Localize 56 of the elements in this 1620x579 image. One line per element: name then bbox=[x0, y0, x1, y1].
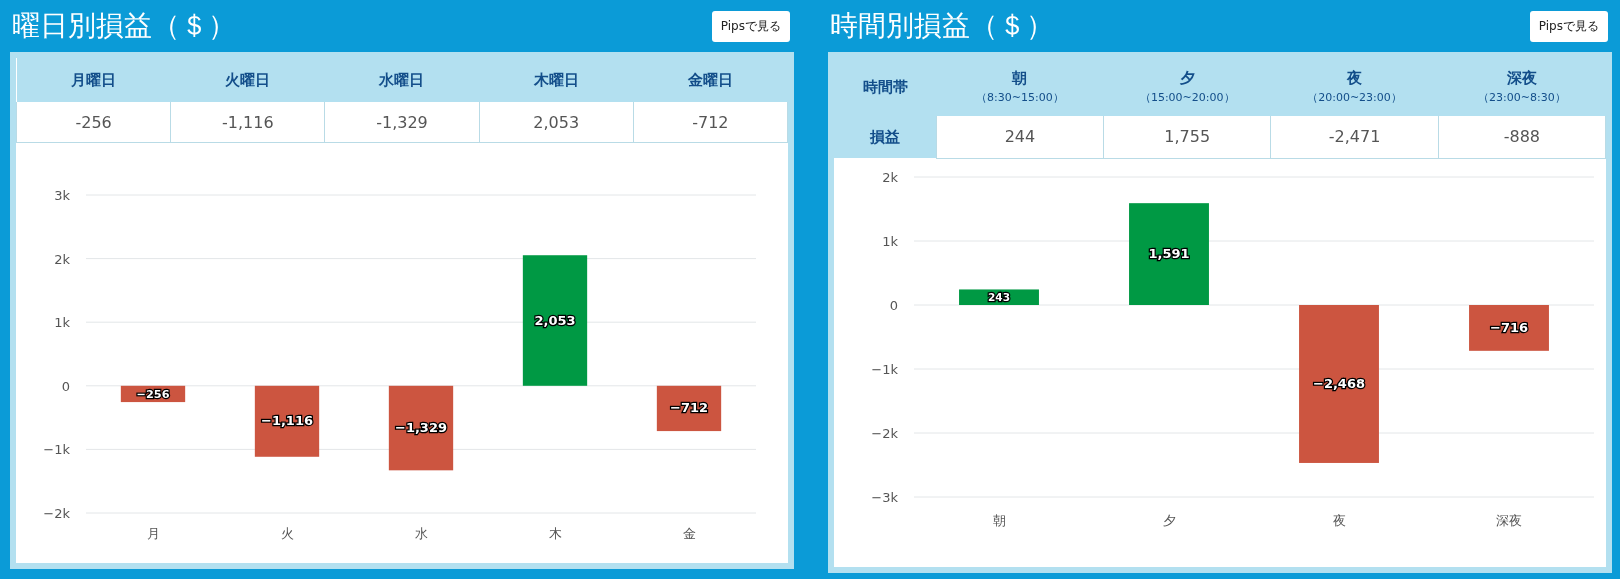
axis-label: 朝 bbox=[992, 512, 1006, 528]
table-header-cell: 夜 （20:00~23:00） bbox=[1270, 58, 1439, 116]
axis-label: 月 bbox=[146, 526, 160, 541]
data-label: −1,329 bbox=[395, 420, 447, 436]
panel-title: 時間別損益（＄） bbox=[829, 8, 1054, 44]
table-header-cell: 夕 （15:00~20:00） bbox=[1103, 58, 1271, 116]
table-cell: -2,471 bbox=[1270, 116, 1439, 158]
table-header-cell: 時間帯 bbox=[834, 58, 937, 116]
axis-label: 金 bbox=[682, 526, 696, 541]
data-label: −712 bbox=[670, 400, 708, 416]
axis-label: 1k bbox=[54, 315, 70, 331]
table-header-cell: 深夜 （23:00~8:30） bbox=[1438, 58, 1606, 116]
axis-label: −2k bbox=[43, 506, 70, 521]
axis-label: 深夜 bbox=[1496, 512, 1522, 528]
pips-button[interactable]: Pipsで見る bbox=[711, 10, 790, 42]
data-label: 2,053 bbox=[534, 312, 576, 328]
table-header-cell: 朝 （8:30~15:00） bbox=[936, 58, 1104, 116]
axis-label: 木 bbox=[548, 526, 562, 541]
data-label: −256 bbox=[136, 387, 170, 401]
axis-label: −1k bbox=[871, 361, 898, 377]
data-label: 1,591 bbox=[1148, 245, 1190, 261]
pips-button[interactable]: Pipsで見る bbox=[1529, 10, 1608, 42]
table-cell: -1,329 bbox=[324, 102, 480, 143]
axis-label: −1k bbox=[43, 442, 70, 458]
table-cell: -256 bbox=[16, 102, 171, 143]
table-cell: -1,116 bbox=[170, 102, 325, 143]
table-header-cell: 損益 bbox=[834, 116, 937, 158]
table-cell: -712 bbox=[633, 102, 788, 143]
data-label: −1,116 bbox=[261, 413, 313, 429]
table-cell: 1,755 bbox=[1103, 116, 1271, 158]
table-header-cell: 水曜日 bbox=[324, 58, 480, 102]
axis-label: 火 bbox=[280, 526, 294, 541]
data-label: −716 bbox=[1490, 319, 1528, 335]
axis-label: −3k bbox=[871, 489, 898, 505]
table-header-cell: 月曜日 bbox=[16, 58, 171, 102]
table-header-cell: 金曜日 bbox=[633, 58, 788, 102]
bar bbox=[656, 385, 722, 432]
panel-title: 曜日別損益（＄） bbox=[11, 8, 236, 44]
table-header-cell: 火曜日 bbox=[170, 58, 325, 102]
data-label: 243 bbox=[988, 290, 1010, 303]
axis-label: 2k bbox=[54, 251, 70, 267]
bar bbox=[254, 385, 320, 457]
axis-label: 0 bbox=[61, 378, 70, 394]
table-header-cell: 木曜日 bbox=[479, 58, 634, 102]
table-cell: 244 bbox=[936, 116, 1104, 158]
axis-label: 夕 bbox=[1162, 512, 1176, 528]
axis-label: 水 bbox=[414, 526, 428, 541]
axis-label: 夜 bbox=[1332, 512, 1346, 528]
table-cell: -888 bbox=[1438, 116, 1606, 158]
axis-label: 2k bbox=[882, 169, 898, 185]
axis-label: 3k bbox=[54, 188, 70, 203]
axis-label: 1k bbox=[882, 233, 898, 249]
axis-label: 0 bbox=[889, 297, 898, 313]
table-cell: 2,053 bbox=[479, 102, 634, 143]
data-label: −2,468 bbox=[1313, 375, 1365, 391]
axis-label: −2k bbox=[871, 425, 898, 441]
